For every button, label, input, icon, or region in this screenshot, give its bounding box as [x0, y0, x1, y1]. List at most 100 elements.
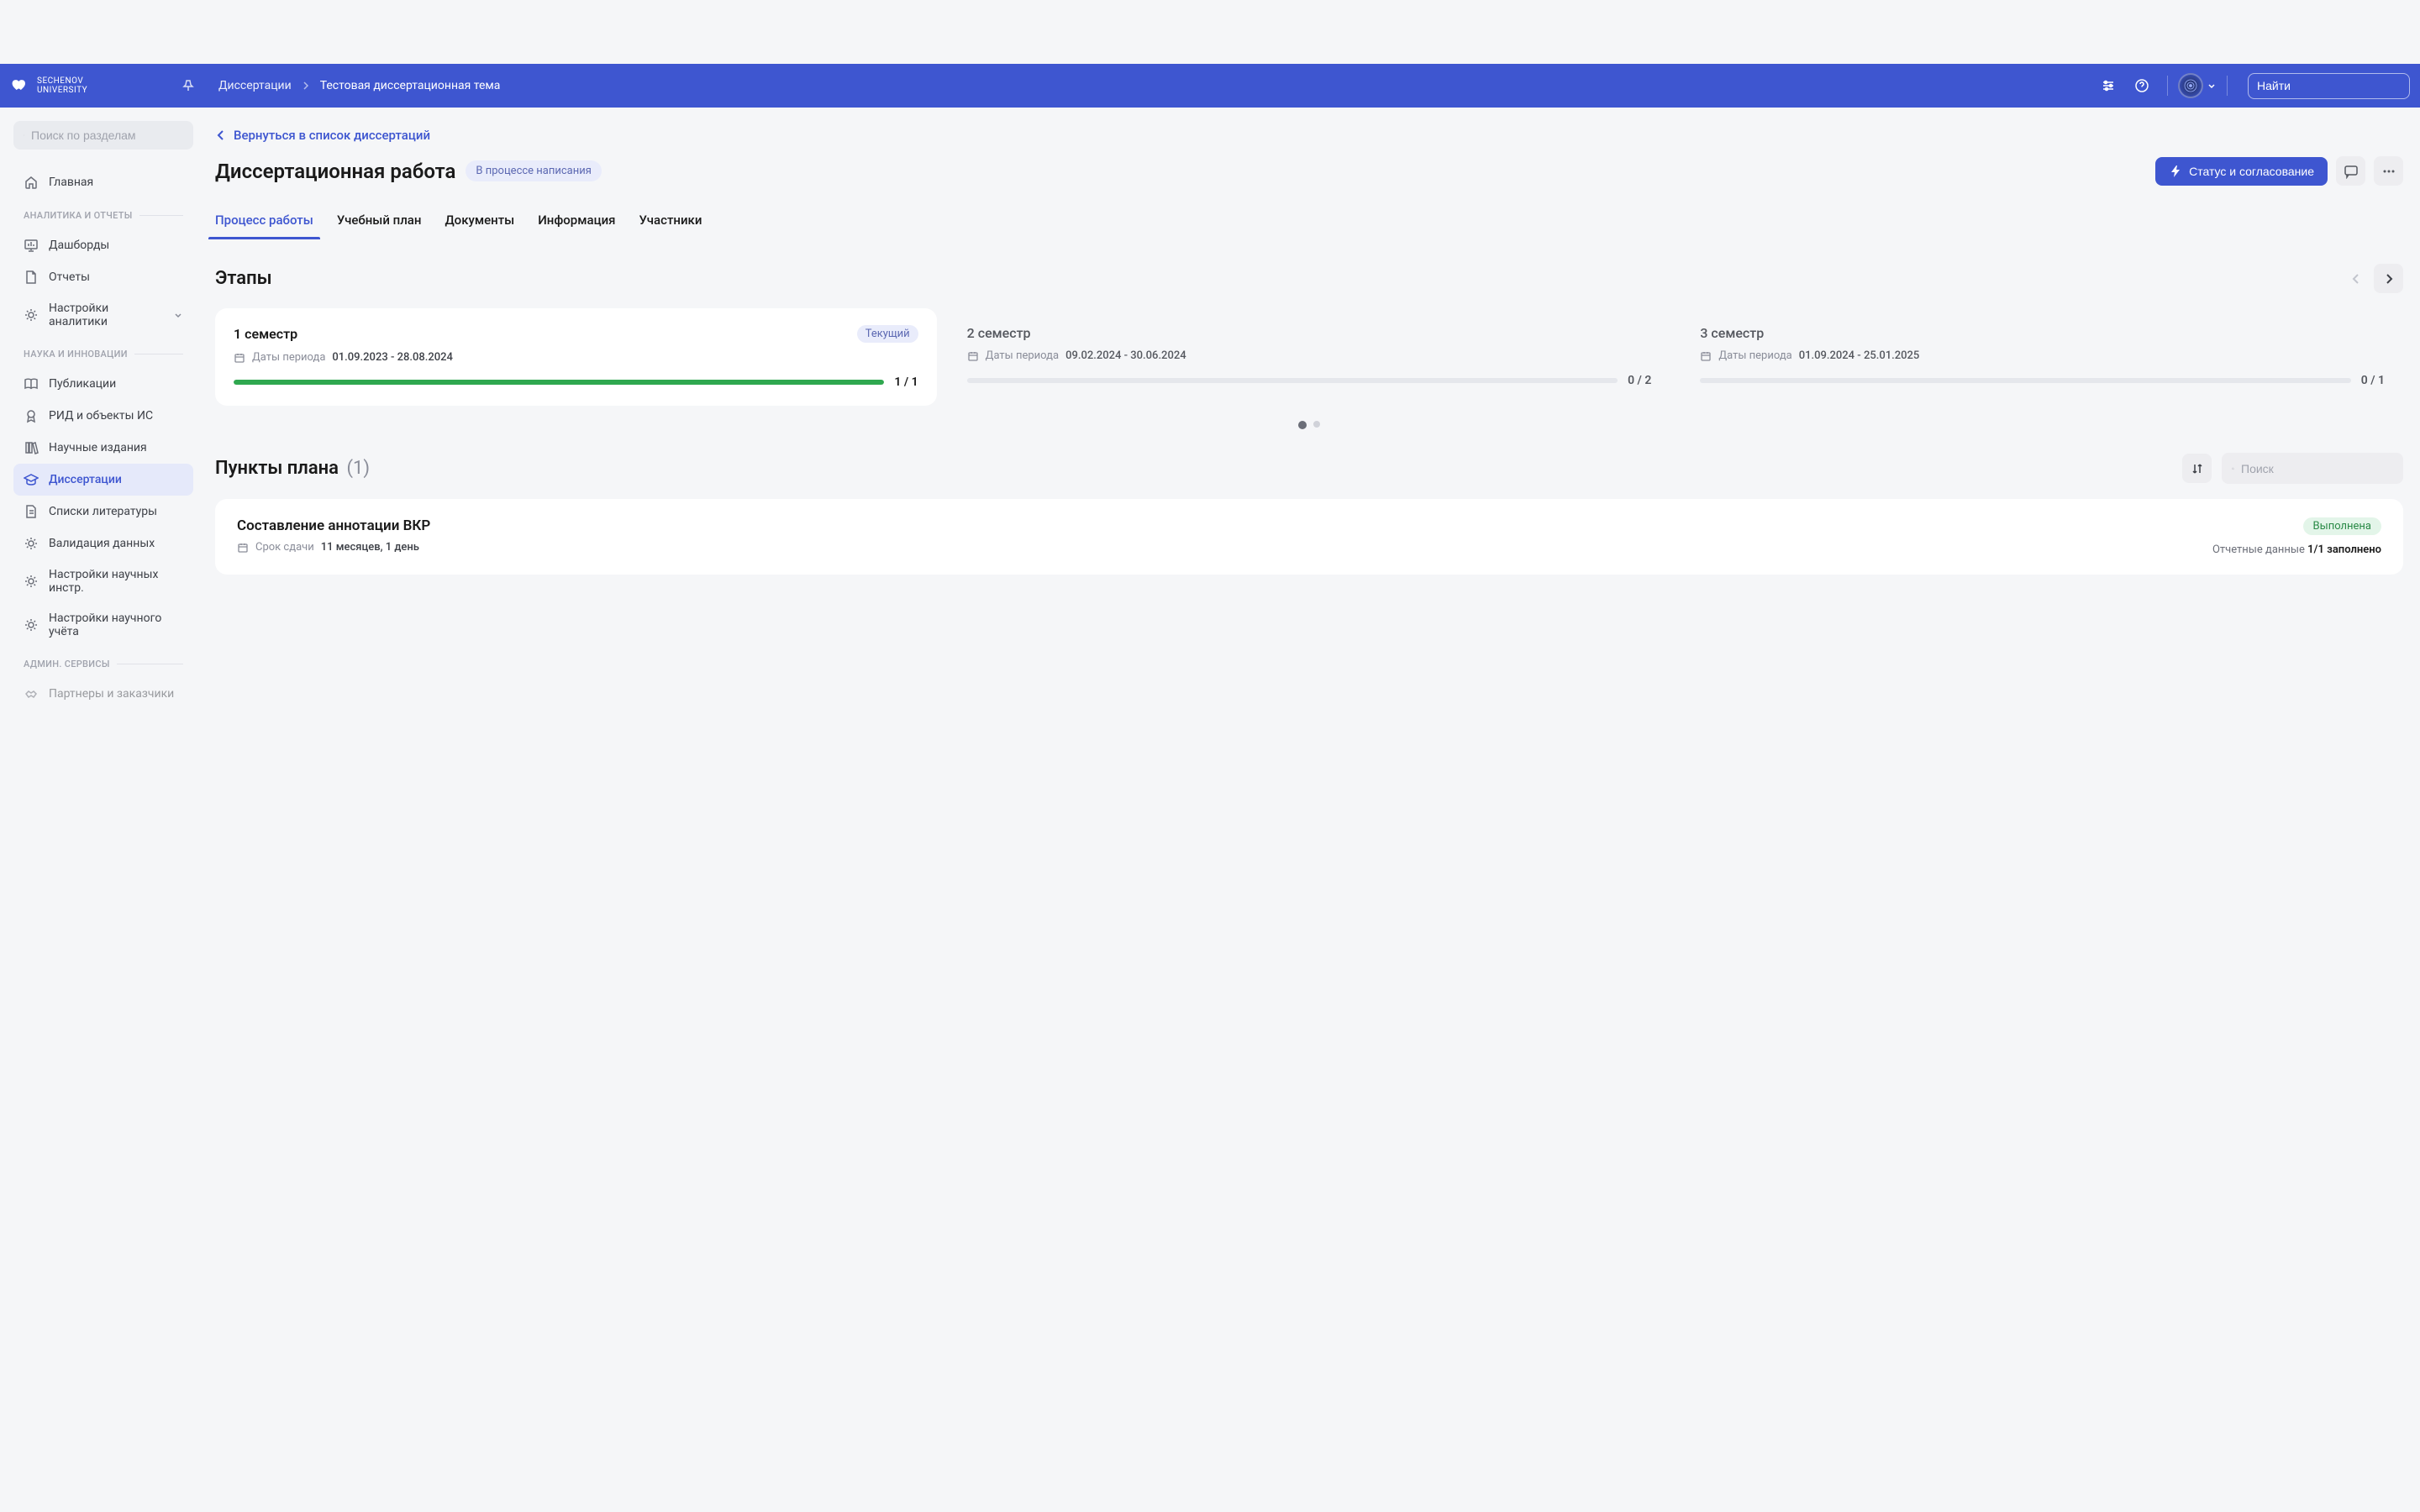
more-button[interactable] — [2374, 156, 2403, 186]
tab-information[interactable]: Информация — [538, 206, 615, 239]
carousel-dots — [215, 421, 2403, 429]
chevron-left-icon — [2349, 272, 2363, 286]
list-icon — [24, 504, 39, 519]
calendar-icon — [1700, 350, 1712, 362]
pin-icon[interactable] — [182, 79, 195, 92]
sidebar-search[interactable] — [13, 121, 193, 150]
nav-label: Настройки научного учёта — [49, 612, 183, 638]
stage-card[interactable]: 2 семестр Даты периода 09.02.2024 - 30.0… — [949, 308, 1670, 406]
progress-text: 1 / 1 — [894, 375, 918, 389]
stage-card[interactable]: 1 семестр Текущий Даты периода 01.09.202… — [215, 308, 937, 406]
nav-sci-account-settings[interactable]: Настройки научного учёта — [13, 603, 193, 647]
nav-publications[interactable]: Публикации — [13, 368, 193, 400]
breadcrumb-root[interactable]: Диссертации — [218, 79, 292, 92]
back-link[interactable]: Вернуться в список диссертаций — [215, 128, 2403, 143]
stage-title: 3 семестр — [1700, 325, 1764, 341]
tabs: Процесс работы Учебный план Документы Ин… — [215, 206, 2403, 240]
nav-label: Дашборды — [49, 239, 109, 252]
sort-icon — [2191, 462, 2204, 475]
award-icon — [24, 408, 39, 423]
header-actions — [2093, 71, 2410, 101]
nav-data-validation[interactable]: Валидация данных — [13, 528, 193, 559]
stage-cards: 1 семестр Текущий Даты периода 01.09.202… — [215, 308, 2403, 406]
dot-1[interactable] — [1298, 421, 1307, 429]
tab-participants[interactable]: Участники — [639, 206, 702, 239]
deadline-value: 11 месяцев, 1 день — [321, 541, 419, 554]
stage-title: 2 семестр — [967, 325, 1031, 341]
comment-button[interactable] — [2336, 156, 2365, 186]
calendar-icon — [967, 350, 979, 362]
plan-search[interactable] — [2222, 453, 2403, 484]
dates-value: 01.09.2023 - 28.08.2024 — [332, 351, 453, 364]
app-header: SECHENOV UNIVERSITY Диссертации Тестовая… — [0, 64, 2420, 108]
plan-item[interactable]: Составление аннотации ВКР Срок сдачи 11 … — [215, 499, 2403, 575]
status-approval-button[interactable]: Статус и согласование — [2155, 157, 2328, 186]
nav-group-analytics: АНАЛИТИКА И ОТЧЕТЫ — [7, 198, 200, 229]
nav-label: Научные издания — [49, 441, 147, 454]
nav-dissertations[interactable]: Диссертации — [13, 464, 193, 496]
tab-documents[interactable]: Документы — [445, 206, 514, 239]
nav-analytics-settings[interactable]: Настройки аналитики — [13, 293, 193, 337]
nav-partners[interactable]: Партнеры и заказчики — [13, 678, 193, 710]
nav-dashboards[interactable]: Дашборды — [13, 229, 193, 261]
title-row: Диссертационная работа В процессе написа… — [215, 156, 2403, 186]
tab-process[interactable]: Процесс работы — [215, 206, 313, 239]
graduation-cap-icon — [24, 472, 39, 487]
main-content: Вернуться в список диссертаций Диссертац… — [207, 108, 2420, 723]
deadline-label: Срок сдачи — [255, 541, 314, 554]
lightning-icon — [2169, 165, 2182, 178]
nav-group-science: НАУКА И ИННОВАЦИИ — [7, 337, 200, 368]
user-avatar-menu[interactable] — [2178, 73, 2217, 98]
global-search[interactable] — [2248, 73, 2410, 99]
dot-2[interactable] — [1313, 421, 1320, 428]
progress-bar — [1700, 378, 2350, 383]
current-badge: Текущий — [857, 325, 918, 343]
report-text: Отчетные данные 1/1 заполнено — [2212, 543, 2381, 556]
nav-reports[interactable]: Отчеты — [13, 261, 193, 293]
nav-sci-instr-settings[interactable]: Настройки научных инстр. — [13, 559, 193, 603]
gear-icon — [24, 536, 39, 551]
dots-icon — [2381, 164, 2396, 179]
dates-label: Даты периода — [252, 351, 325, 364]
settings-sliders-icon[interactable] — [2093, 71, 2123, 101]
tab-study-plan[interactable]: Учебный план — [337, 206, 422, 239]
nav-label: Настройки аналитики — [49, 302, 163, 328]
dates-label: Даты периода — [986, 349, 1059, 362]
calendar-icon — [237, 542, 249, 554]
sidebar-search-input[interactable] — [31, 129, 183, 142]
nav-label: Главная — [49, 176, 93, 189]
sort-button[interactable] — [2182, 454, 2212, 483]
dates-label: Даты периода — [1718, 349, 1791, 362]
stages-prev-button — [2341, 264, 2370, 293]
file-icon — [24, 270, 39, 285]
global-search-input[interactable] — [2257, 79, 2409, 92]
plan-search-input[interactable] — [2241, 462, 2393, 475]
nav-label: Публикации — [49, 377, 116, 391]
plan-item-title: Составление аннотации ВКР — [237, 517, 2212, 534]
page-title: Диссертационная работа — [215, 160, 455, 183]
nav-rid[interactable]: РИД и объекты ИС — [13, 400, 193, 432]
search-icon — [2232, 462, 2234, 475]
plan-header: Пункты плана (1) — [215, 453, 2403, 484]
nav-label: РИД и объекты ИС — [49, 409, 153, 423]
sidebar: Главная АНАЛИТИКА И ОТЧЕТЫ Дашборды Отче… — [0, 108, 207, 723]
presentation-icon — [24, 238, 39, 253]
chevron-down-icon — [173, 310, 183, 320]
handshake-icon — [24, 686, 39, 701]
plan-title: Пункты плана (1) — [215, 458, 370, 479]
nav-label: Партнеры и заказчики — [49, 687, 174, 701]
logo[interactable]: SECHENOV UNIVERSITY — [10, 76, 195, 96]
nav-home[interactable]: Главная — [13, 166, 193, 198]
dates-value: 09.02.2024 - 30.06.2024 — [1065, 349, 1186, 362]
help-icon[interactable] — [2127, 71, 2157, 101]
nav-lit-lists[interactable]: Списки литературы — [13, 496, 193, 528]
stage-title: 1 семестр — [234, 326, 297, 342]
gear-icon — [24, 574, 39, 589]
stage-card[interactable]: 3 семестр Даты периода 01.09.2024 - 25.0… — [1681, 308, 2403, 406]
chevron-right-icon — [302, 81, 310, 90]
nav-science-editions[interactable]: Научные издания — [13, 432, 193, 464]
done-badge: Выполнена — [2303, 517, 2381, 535]
chevron-right-icon — [2382, 272, 2396, 286]
stages-next-button[interactable] — [2374, 264, 2403, 293]
progress-text: 0 / 1 — [2361, 374, 2385, 387]
